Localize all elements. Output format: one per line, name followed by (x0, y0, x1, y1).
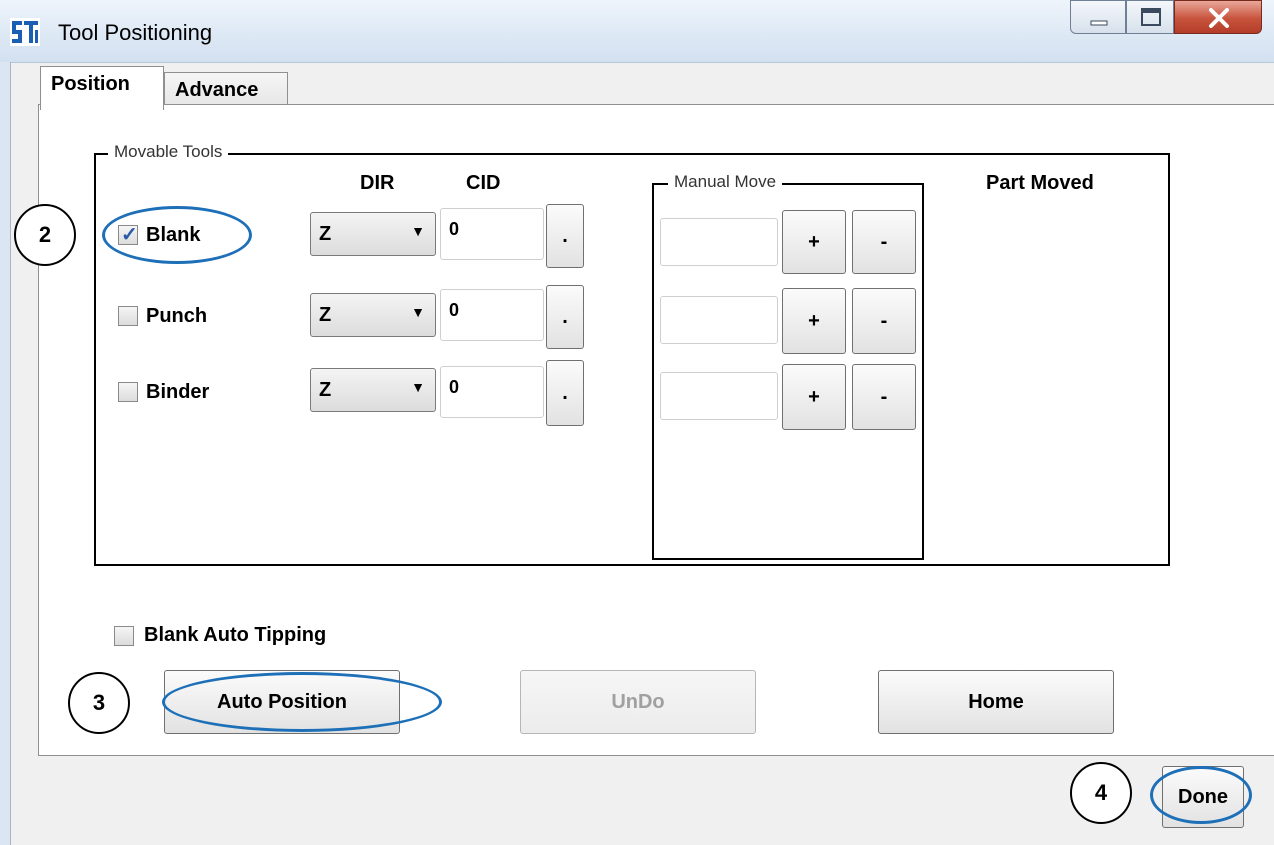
manual-move-blank-input[interactable] (660, 218, 778, 266)
part-moved-label: Part Moved (986, 172, 1094, 194)
movable-tools-legend: Movable Tools (108, 142, 229, 162)
minus-label: - (880, 385, 888, 408)
plus-label: + (808, 309, 820, 332)
blank-auto-tipping-label: Blank Auto Tipping (144, 624, 327, 646)
punch-cid-value: 0 (449, 300, 460, 320)
callout-step-2-number: 2 (38, 222, 52, 247)
done-button[interactable]: Done (1162, 766, 1244, 828)
done-label: Done (1178, 785, 1228, 808)
manual-move-punch-input[interactable] (660, 296, 778, 344)
app-logo-icon (10, 18, 40, 46)
plus-label: + (808, 230, 820, 253)
binder-label: Binder (146, 381, 210, 403)
manual-move-blank-minus-button[interactable]: - (852, 210, 916, 274)
tab-position-label: Position (51, 73, 130, 95)
manual-move-blank-plus-button[interactable]: + (782, 210, 846, 274)
manual-move-legend: Manual Move (668, 172, 783, 192)
window-left-frame (0, 62, 11, 845)
auto-position-label: Auto Position (217, 690, 347, 713)
callout-step-2: 2 (14, 204, 76, 266)
minimize-icon (1090, 20, 1108, 26)
blank-cid-input[interactable]: 0 (440, 208, 544, 260)
binder-cid-value: 0 (449, 377, 460, 397)
blank-cid-value: 0 (449, 219, 460, 239)
binder-browse-label: . (562, 381, 568, 404)
binder-dir-select[interactable]: Z ▼ (310, 368, 436, 412)
blank-browse-label: . (562, 224, 568, 247)
maximize-icon (1141, 8, 1161, 26)
binder-dir-value: Z (319, 379, 332, 401)
undo-button[interactable]: UnDo (520, 670, 756, 734)
punch-checkbox[interactable] (118, 306, 138, 326)
chevron-down-icon: ▼ (411, 223, 425, 239)
maximize-button[interactable] (1126, 0, 1174, 34)
home-button[interactable]: Home (878, 670, 1114, 734)
punch-label: Punch (146, 305, 208, 327)
callout-step-3: 3 (68, 672, 130, 734)
manual-move-binder-minus-button[interactable]: - (852, 364, 916, 430)
close-icon (1209, 8, 1229, 28)
minimize-button[interactable] (1070, 0, 1126, 34)
blank-label: Blank (146, 224, 201, 246)
movable-tools-group (94, 153, 1170, 566)
punch-cid-browse-button[interactable]: . (546, 285, 584, 349)
plus-label: + (808, 385, 820, 408)
punch-dir-select[interactable]: Z ▼ (310, 293, 436, 337)
title-bar: Tool Positioning (0, 0, 1274, 63)
callout-step-4-number: 4 (1094, 780, 1108, 805)
blank-dir-value: Z (319, 223, 332, 245)
callout-step-4: 4 (1070, 762, 1132, 824)
auto-position-button[interactable]: Auto Position (164, 670, 400, 734)
minus-label: - (880, 309, 888, 332)
undo-label: UnDo (611, 690, 665, 713)
blank-dir-select[interactable]: Z ▼ (310, 212, 436, 256)
chevron-down-icon: ▼ (411, 304, 425, 320)
manual-move-punch-minus-button[interactable]: - (852, 288, 916, 354)
minus-label: - (880, 230, 888, 253)
binder-cid-browse-button[interactable]: . (546, 360, 584, 426)
blank-auto-tipping-checkbox[interactable] (114, 626, 134, 646)
window-title: Tool Positioning (58, 20, 213, 45)
punch-browse-label: . (562, 305, 568, 328)
manual-move-binder-plus-button[interactable]: + (782, 364, 846, 430)
cid-column-header: CID (466, 172, 501, 194)
home-label: Home (968, 690, 1024, 713)
checkmark-icon: ✓ (121, 224, 138, 246)
close-button[interactable] (1174, 0, 1262, 34)
manual-move-binder-input[interactable] (660, 372, 778, 420)
chevron-down-icon: ▼ (411, 379, 425, 395)
punch-dir-value: Z (319, 304, 332, 326)
callout-step-3-number: 3 (92, 690, 106, 715)
tab-advance-label: Advance (175, 79, 259, 101)
manual-move-punch-plus-button[interactable]: + (782, 288, 846, 354)
blank-cid-browse-button[interactable]: . (546, 204, 584, 268)
punch-cid-input[interactable]: 0 (440, 289, 544, 341)
binder-checkbox[interactable] (118, 382, 138, 402)
binder-cid-input[interactable]: 0 (440, 366, 544, 418)
dir-column-header: DIR (360, 172, 395, 194)
blank-checkbox[interactable]: ✓ (118, 224, 138, 246)
tab-position[interactable]: Position (40, 66, 164, 110)
